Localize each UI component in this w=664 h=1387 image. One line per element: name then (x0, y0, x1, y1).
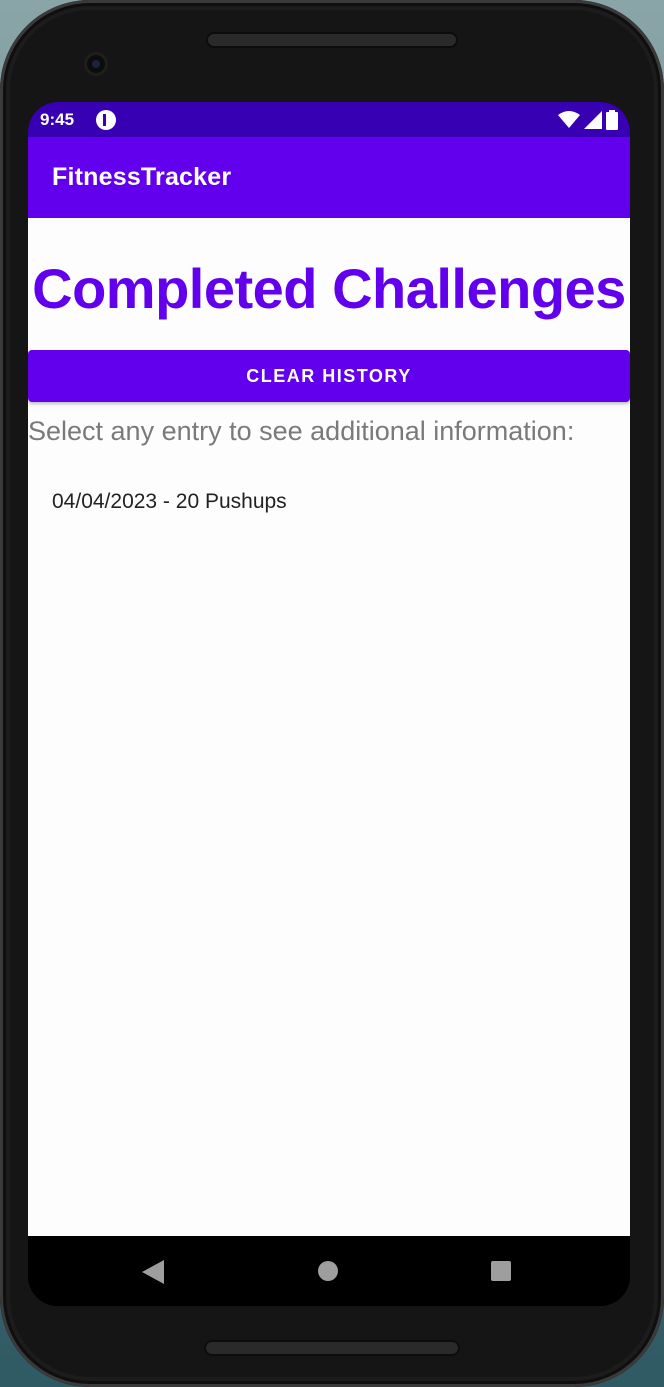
navigation-bar (28, 1236, 630, 1306)
back-icon[interactable] (142, 1260, 164, 1284)
signal-icon (584, 111, 602, 129)
home-icon[interactable] (318, 1261, 338, 1281)
front-camera (84, 52, 108, 76)
app-title: FitnessTracker (52, 163, 232, 191)
list-item[interactable]: 04/04/2023 - 20 Pushups (52, 490, 287, 514)
top-speaker-grille (206, 32, 458, 48)
page-title: Completed Challenges (32, 257, 626, 320)
recent-apps-icon[interactable] (491, 1261, 511, 1281)
notification-app-icon (96, 110, 116, 130)
status-time: 9:45 (40, 110, 75, 129)
device-screen: 9:45 FitnessTracker Completed Challenges (28, 102, 630, 1306)
status-bar: 9:45 (28, 102, 630, 137)
phone-frame: 9:45 FitnessTracker Completed Challenges (0, 0, 664, 1387)
status-icons (558, 110, 618, 130)
battery-icon (606, 110, 618, 130)
app-bar: FitnessTracker (28, 137, 630, 218)
clear-history-button[interactable]: CLEAR HISTORY (28, 350, 630, 402)
bottom-speaker-grille (204, 1340, 460, 1356)
wifi-icon (558, 111, 580, 128)
main-content: Completed Challenges CLEAR HISTORY Selec… (28, 218, 630, 1236)
instruction-text: Select any entry to see additional infor… (28, 416, 575, 446)
